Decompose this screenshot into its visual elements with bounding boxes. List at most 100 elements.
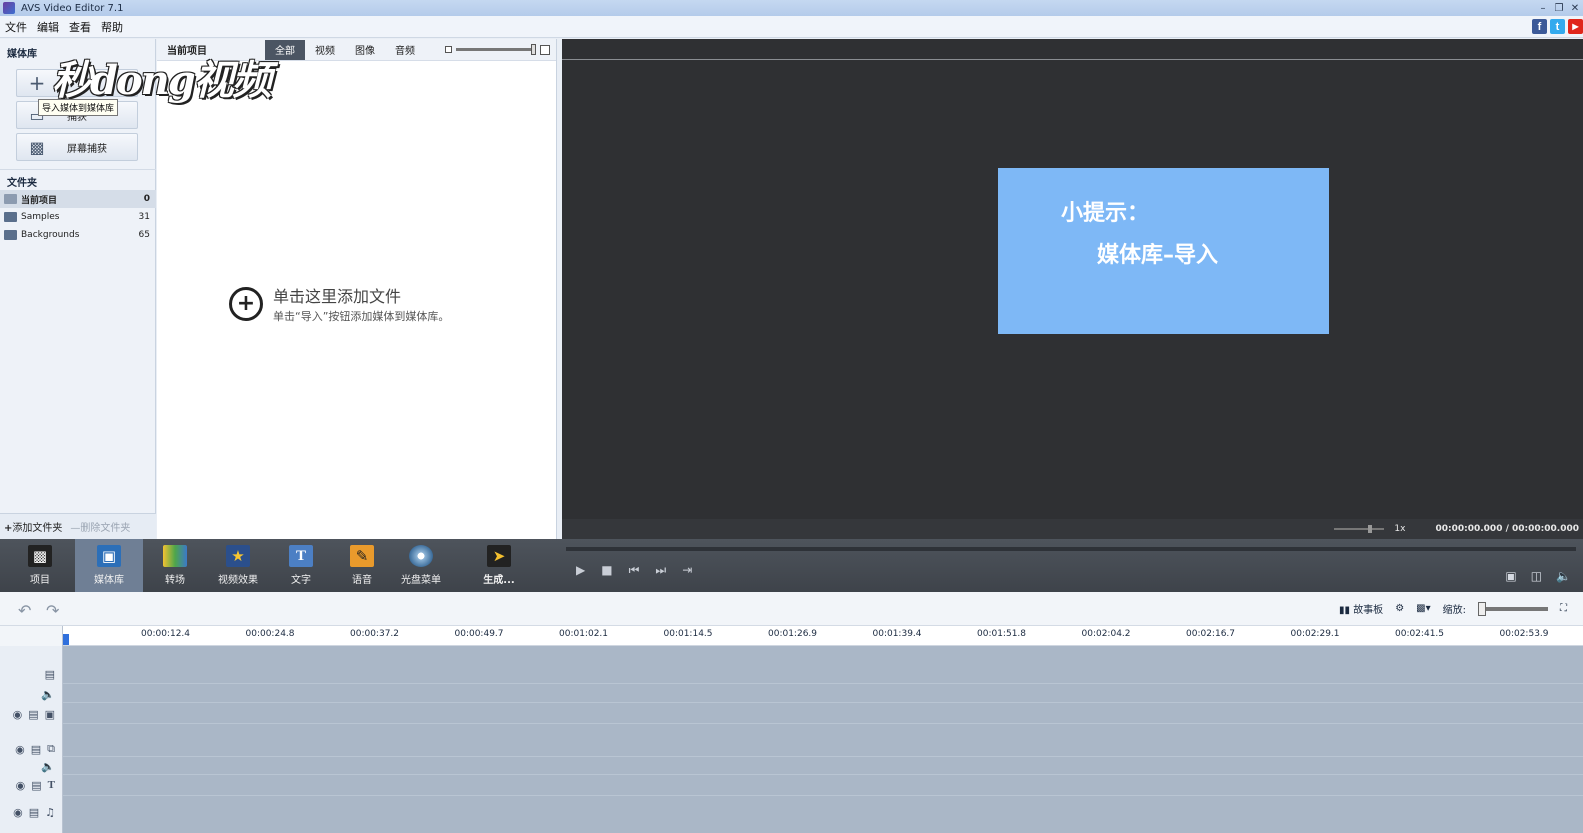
ruler-tick-label: 00:00:12.4 bbox=[141, 629, 191, 639]
folder-item-current-project[interactable]: 当前项目 0 bbox=[0, 190, 156, 208]
timeline-tracks[interactable] bbox=[63, 646, 1583, 833]
youtube-icon[interactable]: ▶ bbox=[1568, 19, 1583, 34]
folders-title: 文件夹 bbox=[0, 169, 156, 189]
music-track-head: ◉ ▤ ♫ bbox=[0, 802, 63, 822]
timeline-options: ▮▮ 故事板 ⚙ ▩▾ 缩放: ⛶ bbox=[1339, 601, 1567, 616]
slider-thumb[interactable] bbox=[531, 44, 536, 55]
ruler-tick-label: 00:01:26.9 bbox=[768, 629, 818, 639]
tab-media-library[interactable]: ▣ 媒体库 bbox=[75, 539, 143, 592]
tab-transitions[interactable]: 转场 bbox=[143, 539, 207, 592]
mute-icon[interactable]: 🔈 bbox=[41, 688, 55, 701]
main-toolbar: ▩ 项目 ▣ 媒体库 转场 ★ 视频效果 T 文字 ✎ 语音 光盘菜单 ➤ 生成… bbox=[0, 539, 1583, 592]
tab-project[interactable]: ▩ 项目 bbox=[8, 539, 72, 592]
track-headers: ▤ 🔈 ◉ ▤ ▣ ◉ ▤ ⧉ 🔈 ◉ ▤ T ◉ ▤ ♫ bbox=[0, 646, 63, 833]
folder-icon bbox=[4, 230, 17, 240]
app-logo-icon bbox=[3, 2, 15, 14]
social-links: f t ▶ bbox=[1532, 19, 1583, 34]
track-divider bbox=[63, 702, 1583, 703]
window-title: AVS Video Editor 7.1 bbox=[21, 2, 124, 14]
play-button[interactable]: ▶ bbox=[576, 563, 585, 578]
speed-label: 1x bbox=[1394, 524, 1406, 534]
fit-icon[interactable]: ⛶ bbox=[1560, 603, 1567, 614]
trash-icon[interactable]: ◫ bbox=[1531, 569, 1542, 583]
next-frame-button[interactable]: ⏭ bbox=[655, 563, 666, 578]
zoom-slider[interactable] bbox=[1478, 601, 1548, 616]
track-divider bbox=[63, 795, 1583, 796]
menu-edit[interactable]: 编辑 bbox=[32, 19, 64, 35]
eye-icon[interactable]: ◉ bbox=[16, 779, 26, 792]
tab-audio[interactable]: 音频 bbox=[385, 40, 425, 60]
menu-help[interactable]: 帮助 bbox=[96, 19, 128, 35]
tab-video-effects[interactable]: ★ 视频效果 bbox=[206, 539, 270, 592]
plus-icon: + bbox=[28, 71, 46, 95]
lock-icon[interactable]: ▤ bbox=[28, 708, 38, 721]
tab-all[interactable]: 全部 bbox=[265, 39, 305, 60]
snapshot-icon[interactable]: ▣ bbox=[1505, 569, 1516, 583]
mute-icon[interactable]: 🔈 bbox=[41, 760, 55, 773]
playback-scrubber[interactable] bbox=[566, 547, 1576, 551]
timeline-ruler[interactable]: 00:00:12.4 00:00:24.8 00:00:37.2 00:00:49.7… bbox=[63, 626, 1583, 646]
undo-icon[interactable]: ↶ bbox=[18, 601, 31, 620]
media-browser: 当前项目 全部 视频 图像 音频 + 单击这里添加文件 单击“导入”按钮添加媒体… bbox=[157, 39, 557, 539]
stop-button[interactable]: ■ bbox=[601, 563, 612, 578]
title-bar: AVS Video Editor 7.1 – ❐ ✕ bbox=[0, 0, 1583, 16]
tab-voice[interactable]: ✎ 语音 bbox=[330, 539, 394, 592]
tab-video[interactable]: 视频 bbox=[305, 40, 345, 60]
thumbnail-size-slider[interactable] bbox=[445, 44, 550, 55]
lock-icon[interactable]: ▤ bbox=[31, 743, 41, 756]
tab-image[interactable]: 图像 bbox=[345, 40, 385, 60]
lock-icon[interactable]: ▤ bbox=[31, 779, 41, 792]
end-button[interactable]: ⇥ bbox=[682, 563, 692, 578]
facebook-icon[interactable]: f bbox=[1532, 19, 1547, 34]
video-audio-head: 🔈 bbox=[0, 684, 63, 704]
eye-icon[interactable]: ◉ bbox=[13, 806, 23, 819]
hint-body: 媒体库–导入 bbox=[1097, 243, 1219, 268]
volume-icon[interactable]: 🔈 bbox=[1556, 569, 1571, 583]
display-mode-icon[interactable]: ▩▾ bbox=[1416, 603, 1430, 614]
tab-produce[interactable]: ➤ 生成... bbox=[467, 539, 531, 592]
prev-frame-button[interactable]: ⏮ bbox=[629, 563, 640, 578]
menu-view[interactable]: 查看 bbox=[64, 19, 96, 35]
minimize-button[interactable]: – bbox=[1535, 0, 1551, 16]
lock-icon[interactable]: ▤ bbox=[29, 806, 39, 819]
tab-text[interactable]: T 文字 bbox=[269, 539, 333, 592]
delete-folder-button[interactable]: —删除文件夹 bbox=[70, 519, 130, 534]
star-effect-icon: ★ bbox=[226, 545, 250, 567]
twitter-icon[interactable]: t bbox=[1550, 19, 1565, 34]
close-button[interactable]: ✕ bbox=[1567, 0, 1583, 16]
tab-text-label: 文字 bbox=[291, 575, 311, 586]
audio-mixer-icon[interactable]: ⚙ bbox=[1395, 603, 1404, 614]
track-divider bbox=[63, 756, 1583, 757]
track-divider bbox=[63, 723, 1583, 724]
folder-count: 65 bbox=[138, 230, 150, 240]
menu-bar: 文件 编辑 查看 帮助 f t ▶ bbox=[0, 16, 1583, 38]
track-divider bbox=[63, 774, 1583, 775]
screen-capture-button[interactable]: ▩ 屏幕捕获 bbox=[16, 133, 138, 161]
eye-icon[interactable]: ◉ bbox=[13, 708, 23, 721]
small-thumb-icon bbox=[445, 46, 452, 53]
slider-track[interactable] bbox=[456, 44, 536, 55]
tab-disc-menu[interactable]: 光盘菜单 bbox=[389, 539, 453, 592]
storyboard-button[interactable]: ▮▮ 故事板 bbox=[1339, 601, 1383, 616]
folder-item-samples[interactable]: Samples 31 bbox=[0, 208, 156, 226]
menu-file[interactable]: 文件 bbox=[0, 19, 32, 35]
restore-button[interactable]: ❐ bbox=[1551, 0, 1567, 16]
ruler-tick-label: 00:02:04.2 bbox=[1081, 629, 1131, 639]
folder-item-backgrounds[interactable]: Backgrounds 65 bbox=[0, 226, 156, 244]
eye-icon[interactable]: ◉ bbox=[15, 743, 25, 756]
folder-name: Backgrounds bbox=[21, 230, 80, 240]
playback-controls: ▶ ■ ⏮ ⏭ ⇥ bbox=[576, 563, 1583, 578]
microphone-icon: ✎ bbox=[350, 545, 374, 567]
playhead-marker[interactable] bbox=[63, 634, 69, 645]
add-files-area[interactable]: + 单击这里添加文件 单击“导入”按钮添加媒体到媒体库。 bbox=[229, 283, 449, 324]
hint-box: 小提示： 媒体库–导入 bbox=[998, 168, 1329, 334]
redo-icon[interactable]: ↷ bbox=[46, 601, 59, 620]
ruler-tick-label: 00:01:51.8 bbox=[977, 629, 1027, 639]
ruler-tick-label: 00:00:24.8 bbox=[245, 629, 295, 639]
effect-track-icon: ▣ bbox=[44, 707, 55, 721]
ruler-tick-label: 00:02:16.7 bbox=[1186, 629, 1236, 639]
folder-name: 当前项目 bbox=[21, 195, 58, 206]
add-folder-button[interactable]: +添加文件夹 bbox=[4, 519, 62, 534]
transition-icon bbox=[163, 545, 187, 567]
speed-slider[interactable] bbox=[1334, 525, 1385, 533]
